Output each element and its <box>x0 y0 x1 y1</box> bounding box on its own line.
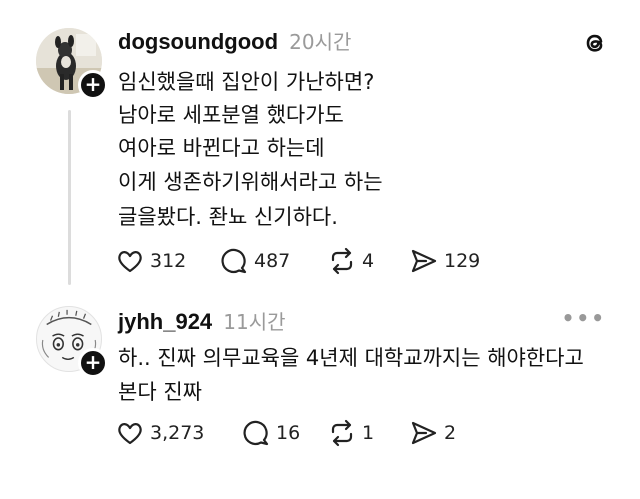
post-text-line: 임신했을때 집안이 가난하면? <box>118 70 375 94</box>
thread-connector-line <box>68 110 71 285</box>
comment-count: 487 <box>254 250 291 272</box>
share-button[interactable]: 129 <box>410 246 480 276</box>
share-count: 2 <box>444 422 457 444</box>
comment-button[interactable]: 16 <box>242 418 300 448</box>
post-text-line: 본다 진짜 <box>118 380 202 404</box>
post-text-line: 글을봤다. 좐뇨 신기하다. <box>118 205 338 229</box>
repost-button[interactable]: 1 <box>328 418 374 448</box>
share-count: 129 <box>444 250 481 272</box>
post-actions: 3,273 16 1 2 <box>116 418 616 448</box>
repost-icon <box>331 247 353 275</box>
comment-bubble-icon <box>221 248 247 274</box>
timestamp: 11시간 <box>223 310 286 334</box>
like-button[interactable]: 312 <box>116 246 186 276</box>
like-count: 3,273 <box>150 422 205 444</box>
post-text-line: 여아로 바뀐다고 하는데 <box>118 136 325 160</box>
heart-icon <box>118 251 142 273</box>
post-text-line: 하.. 진짜 의무교육을 4년제 대학교까지는 해야한다고 <box>118 346 584 370</box>
username[interactable]: dogsoundgood <box>118 29 278 54</box>
threads-logo-icon[interactable] <box>580 28 610 58</box>
repost-button[interactable]: 4 <box>328 246 374 276</box>
like-button[interactable]: 3,273 <box>116 418 204 448</box>
comment-count: 16 <box>276 422 301 444</box>
avatar-dogsoundgood[interactable]: + <box>36 28 108 100</box>
comment-bubble-icon <box>243 420 269 446</box>
share-button[interactable]: 2 <box>410 418 456 448</box>
comment-button[interactable]: 487 <box>220 246 290 276</box>
send-icon <box>411 249 437 273</box>
more-options-icon[interactable]: ••• <box>562 306 606 330</box>
repost-icon <box>331 419 353 447</box>
follow-plus-icon[interactable]: + <box>78 348 108 378</box>
post-header: jyhh_924 11시간 <box>118 306 286 335</box>
heart-icon <box>118 423 142 445</box>
post-text-line: 남아로 세포분열 했다가도 <box>118 103 344 127</box>
post-header: dogsoundgood 20시간 <box>118 26 351 55</box>
repost-count: 4 <box>362 250 375 272</box>
repost-count: 1 <box>362 422 375 444</box>
follow-plus-icon[interactable]: + <box>78 70 108 100</box>
post-text-line: 이게 생존하기위해서라고 하는 <box>118 170 383 194</box>
username[interactable]: jyhh_924 <box>118 309 212 334</box>
timestamp: 20시간 <box>289 30 352 54</box>
avatar-jyhh_924[interactable]: + <box>36 306 108 378</box>
like-count: 312 <box>150 250 187 272</box>
post-actions: 312 487 4 129 <box>116 246 616 276</box>
send-icon <box>411 421 437 445</box>
